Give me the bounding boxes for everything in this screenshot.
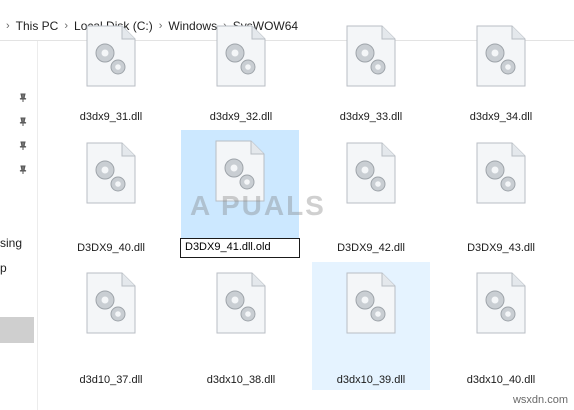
file-name: d3dx9_33.dll [339,111,403,123]
file-name: D3DX9_40.dll [77,242,145,254]
file-item[interactable]: d3dx9_34.dll [442,25,560,131]
file-item[interactable]: d3dx10_38.dll [182,262,300,390]
settings-file-icon [476,142,526,204]
file-name: d3dx10_39.dll [336,374,406,386]
settings-file-icon [86,272,136,334]
settings-file-icon [346,25,396,87]
settings-file-icon [476,25,526,87]
nav-item-label[interactable]: p [0,261,7,275]
file-name: d3d10_37.dll [79,374,143,386]
pin-icon[interactable] [18,165,28,175]
settings-file-icon [346,272,396,334]
breadcrumb-this-pc[interactable]: This PC [16,19,59,33]
chevron-right-icon[interactable]: › [159,20,163,32]
rename-input[interactable]: D3DX9_41.dll.old [180,238,300,258]
file-item[interactable]: D3DX9_43.dll [442,132,560,260]
settings-file-icon [476,272,526,334]
settings-file-icon [216,25,266,87]
file-name: D3DX9_42.dll [337,242,405,254]
watermark-logo: A PUALS [190,190,326,221]
file-name: d3dx9_34.dll [469,111,533,123]
file-item[interactable]: d3dx10_40.dll [442,262,560,390]
nav-item-selected[interactable] [0,317,34,343]
settings-file-icon [86,25,136,87]
file-item[interactable]: d3dx9_33.dll [312,25,430,131]
file-item[interactable]: D3DX9_42.dll [312,132,430,260]
chevron-right-icon[interactable]: › [64,20,68,32]
site-credit: wsxdn.com [512,394,568,406]
settings-file-icon [346,142,396,204]
file-item[interactable]: d3dx9_32.dll [182,25,300,131]
file-name: d3dx9_32.dll [209,111,273,123]
file-item-hover[interactable]: d3dx10_39.dll [312,262,430,390]
pin-icon[interactable] [18,141,28,151]
navigation-pane: sing p [0,41,38,410]
file-name: D3DX9_43.dll [467,242,535,254]
file-name: d3dx10_40.dll [466,374,536,386]
file-item[interactable]: d3dx9_31.dll [52,25,170,131]
file-item[interactable]: D3DX9_40.dll [52,132,170,260]
file-name: d3dx10_38.dll [206,374,276,386]
breadcrumb-windows[interactable]: Windows [168,19,217,33]
file-name: d3dx9_31.dll [79,111,143,123]
chevron-right-icon: › [6,20,10,32]
nav-item-label[interactable]: sing [0,236,22,250]
pin-icon[interactable] [18,117,28,127]
settings-file-icon [86,142,136,204]
pin-icon[interactable] [18,93,28,103]
file-item[interactable]: d3d10_37.dll [52,262,170,390]
explorer-window: › This PC › Local Disk (C:) › Windows › … [0,0,574,410]
settings-file-icon [216,272,266,334]
